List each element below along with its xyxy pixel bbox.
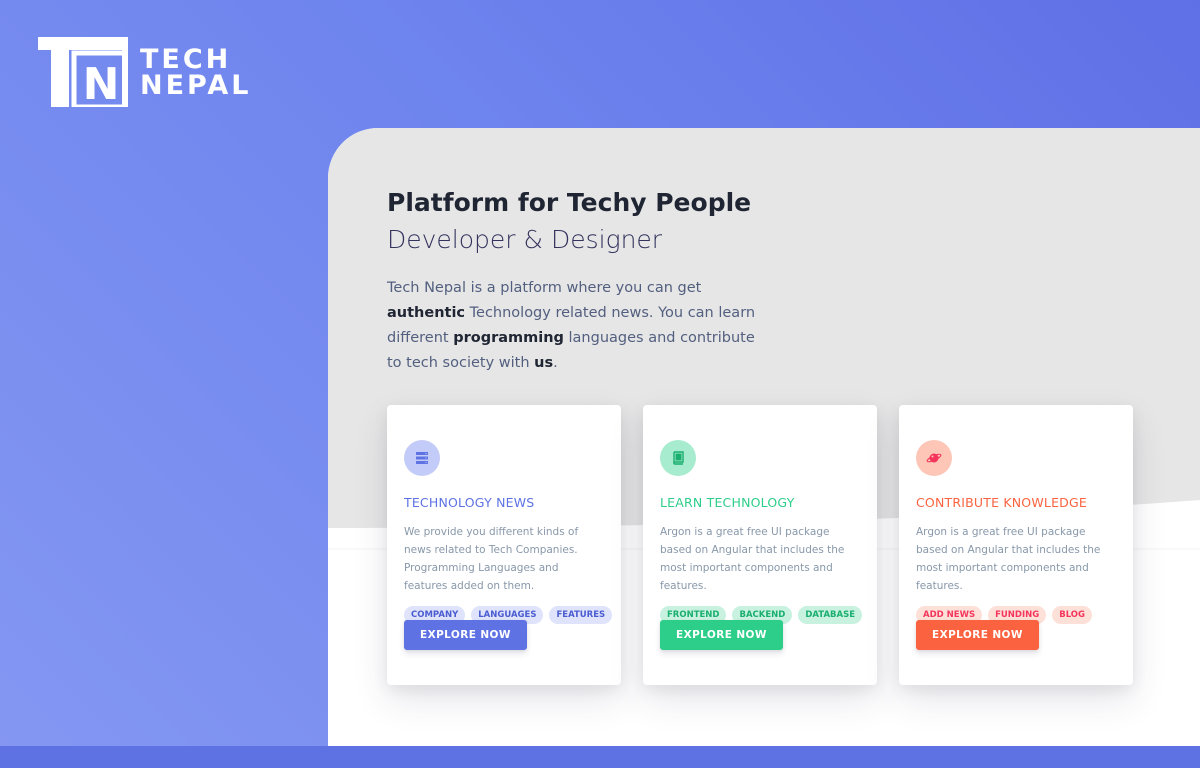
card-title: TECHNOLOGY NEWS bbox=[404, 495, 535, 510]
tag-blog[interactable]: BLOG bbox=[1052, 606, 1093, 624]
hero-desc-text: Tech Nepal is a platform where you can g… bbox=[387, 280, 702, 296]
explore-now-button[interactable]: EXPLORE NOW bbox=[660, 620, 783, 650]
tn-logo-mark: N bbox=[38, 37, 131, 110]
card-title: CONTRIBUTE KNOWLEDGE bbox=[916, 495, 1087, 510]
planet-icon bbox=[916, 440, 952, 476]
card-learn-technology: LEARN TECHNOLOGY Argon is a great free U… bbox=[643, 405, 877, 685]
brand-logo[interactable]: N TECH NEPAL bbox=[38, 37, 252, 110]
explore-now-button[interactable]: EXPLORE NOW bbox=[404, 620, 527, 650]
card-description: We provide you different kinds of news r… bbox=[404, 526, 579, 592]
card-technology-news: TECHNOLOGY NEWS We provide you different… bbox=[387, 405, 621, 685]
feature-cards: TECHNOLOGY NEWS We provide you different… bbox=[387, 405, 1133, 685]
server-icon bbox=[404, 440, 440, 476]
card-description: Argon is a great free UI package based o… bbox=[916, 526, 1101, 592]
svg-text:N: N bbox=[83, 59, 120, 107]
hero-desc-bold: programming bbox=[453, 330, 564, 346]
explore-now-button[interactable]: EXPLORE NOW bbox=[916, 620, 1039, 650]
brand-wordmark: TECH NEPAL bbox=[140, 46, 252, 101]
tag-database[interactable]: DATABASE bbox=[798, 606, 863, 624]
card-contribute-knowledge: CONTRIBUTE KNOWLEDGE Argon is a great fr… bbox=[899, 405, 1133, 685]
bottom-bar bbox=[0, 746, 1200, 768]
hero-desc-bold: authentic bbox=[387, 305, 466, 321]
hero-desc-text: . bbox=[553, 355, 558, 371]
hero-desc-bold: us bbox=[534, 355, 554, 371]
book-icon bbox=[660, 440, 696, 476]
card-description: Argon is a great free UI package based o… bbox=[660, 526, 845, 592]
card-title: LEARN TECHNOLOGY bbox=[660, 495, 795, 510]
tag-features[interactable]: FEATURES bbox=[549, 606, 613, 624]
hero-subtitle: Developer & Designer bbox=[387, 225, 663, 254]
brand-line2: NEPAL bbox=[140, 70, 252, 101]
hero-description: Tech Nepal is a platform where you can g… bbox=[387, 276, 757, 376]
hero-section: Platform for Techy People Developer & De… bbox=[387, 186, 767, 376]
hero-title: Platform for Techy People bbox=[387, 188, 752, 217]
